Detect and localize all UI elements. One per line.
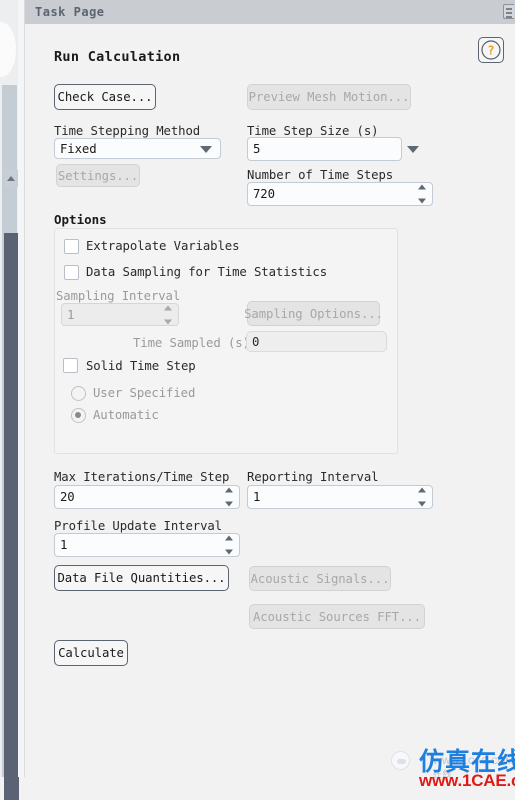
time-step-size-label: Time Step Size (s) bbox=[247, 124, 379, 138]
time-step-size-input[interactable]: 5 bbox=[247, 137, 402, 161]
profile-update-interval-label: Profile Update Interval bbox=[54, 519, 222, 533]
sampling-interval-value: 1 bbox=[67, 307, 75, 322]
acoustic-signals-button: Acoustic Signals... bbox=[249, 566, 391, 591]
data-sampling-checkbox[interactable] bbox=[64, 265, 79, 280]
radio-user-specified-label: User Specified bbox=[93, 386, 196, 400]
reporting-interval-label: Reporting Interval bbox=[247, 470, 379, 484]
number-of-time-steps-value: 720 bbox=[253, 187, 275, 201]
sampling-options-button: Sampling Options... bbox=[244, 301, 383, 326]
data-file-quantities-button[interactable]: Data File Quantities... bbox=[54, 565, 229, 591]
reporting-interval-value: 1 bbox=[253, 490, 261, 504]
watermark-logo-icon bbox=[391, 751, 410, 770]
task-page-content: 1CAE.COM Run Calculation ? Check Case...… bbox=[25, 24, 515, 790]
profile-update-interval-input[interactable]: 1 bbox=[54, 533, 240, 557]
preview-mesh-motion-button: Preview Mesh Motion... bbox=[247, 84, 411, 110]
page-title: Run Calculation bbox=[54, 49, 181, 65]
max-iterations-stepper[interactable] bbox=[225, 487, 234, 507]
time-stepping-method-label: Time Stepping Method bbox=[54, 124, 201, 138]
vertical-scrollbar-thumb[interactable] bbox=[4, 233, 19, 800]
max-iterations-label: Max Iterations/Time Step bbox=[54, 470, 230, 484]
reporting-interval-stepper[interactable] bbox=[418, 487, 427, 507]
options-group-title: Options bbox=[54, 212, 107, 227]
sampling-interval-input: 1 bbox=[61, 303, 179, 326]
profile-update-interval-stepper[interactable] bbox=[225, 535, 234, 555]
svg-text:?: ? bbox=[487, 44, 494, 58]
profile-update-interval-value: 1 bbox=[60, 538, 68, 552]
help-question-icon[interactable]: ? bbox=[478, 37, 504, 63]
radio-user-specified bbox=[71, 386, 86, 401]
time-stepping-method-combobox[interactable]: Fixed bbox=[54, 138, 221, 159]
number-of-time-steps-label: Number of Time Steps bbox=[247, 168, 394, 182]
left-scrollbar-strip bbox=[0, 0, 19, 800]
settings-button: Settings... bbox=[56, 164, 140, 187]
acoustic-sources-fft-button: Acoustic Sources FFT... bbox=[249, 604, 425, 629]
radio-automatic[interactable] bbox=[71, 408, 86, 423]
reporting-interval-input[interactable]: 1 bbox=[247, 485, 433, 509]
panel-toggle-icon[interactable] bbox=[503, 4, 514, 19]
extrapolate-variables-checkbox[interactable] bbox=[64, 239, 79, 254]
scrollbar-up-arrow-icon[interactable] bbox=[4, 170, 19, 187]
time-step-size-chevron-down-icon[interactable] bbox=[407, 146, 419, 153]
site-watermark: WWW.1CAE.COM 仿真在线 仿真在线 www.1CAE.com bbox=[391, 742, 515, 794]
max-iterations-value: 20 bbox=[60, 490, 75, 504]
task-page-titlebar: Task Page bbox=[25, 0, 515, 24]
radio-automatic-label: Automatic bbox=[93, 408, 159, 422]
extrapolate-variables-label: Extrapolate Variables bbox=[86, 239, 240, 253]
watermark-url-text: www.1CAE.com bbox=[419, 771, 515, 790]
task-page-panel: Task Page 1CAE.COM Run Calculation ? Che… bbox=[24, 0, 515, 790]
panel-collapse-handle[interactable] bbox=[0, 22, 16, 77]
time-sampled-label: Time Sampled (s) bbox=[133, 336, 250, 350]
number-of-time-steps-input[interactable]: 720 bbox=[247, 182, 433, 206]
time-stepping-method-value: Fixed bbox=[60, 141, 97, 156]
time-sampled-value: 0 bbox=[252, 334, 260, 349]
sampling-interval-stepper bbox=[164, 305, 173, 324]
task-page-title: Task Page bbox=[35, 5, 105, 19]
check-case-button[interactable]: Check Case... bbox=[54, 84, 156, 110]
sampling-interval-label: Sampling Interval bbox=[56, 289, 181, 303]
number-of-time-steps-stepper[interactable] bbox=[418, 184, 427, 204]
solid-time-step-label: Solid Time Step bbox=[86, 359, 196, 373]
calculate-button[interactable]: Calculate bbox=[54, 640, 128, 666]
chevron-down-icon bbox=[200, 146, 212, 153]
data-sampling-label: Data Sampling for Time Statistics bbox=[86, 265, 328, 279]
time-step-size-value: 5 bbox=[253, 142, 261, 156]
watermark-subtext: WWW.1CAE.COM 仿真在线 bbox=[433, 756, 515, 779]
watermark-chinese-text: 仿真在线 bbox=[419, 749, 515, 776]
vertical-scrollbar-track[interactable] bbox=[2, 85, 19, 800]
solid-time-step-checkbox[interactable] bbox=[63, 358, 78, 373]
max-iterations-input[interactable]: 20 bbox=[54, 485, 240, 509]
time-sampled-value-field: 0 bbox=[246, 331, 387, 352]
